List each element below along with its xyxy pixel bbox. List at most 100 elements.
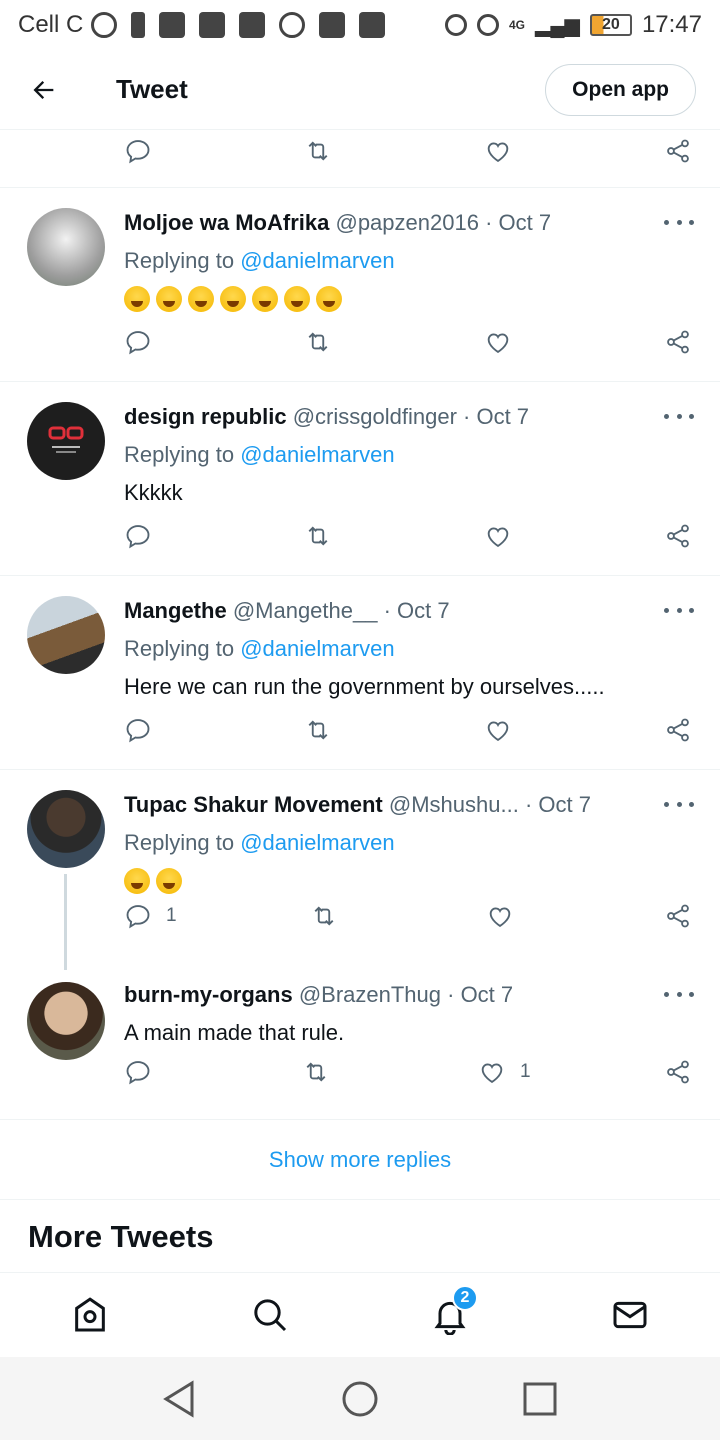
previous-tweet-actions <box>0 131 720 188</box>
page-title: Tweet <box>116 74 188 104</box>
tweet-text: Here we can run the government by oursel… <box>124 674 605 699</box>
retweet-button[interactable] <box>304 137 332 165</box>
author-name[interactable]: burn-my-organs <box>124 982 293 1007</box>
reply-icon <box>126 905 150 929</box>
tweet-date[interactable]: · Oct 7 <box>525 792 591 817</box>
notification-icons <box>91 12 386 38</box>
reply-button[interactable] <box>124 328 152 356</box>
hotspot-icon <box>279 12 306 38</box>
search-icon <box>254 1299 287 1332</box>
heart-icon <box>489 907 511 928</box>
replying-label: Replying to <box>124 442 235 467</box>
avatar[interactable] <box>27 208 105 286</box>
reply-tweet[interactable]: Mangethe @Mangethe__ · Oct 7 Replying to… <box>0 576 720 770</box>
retweet-icon <box>314 906 334 926</box>
tweet-date[interactable]: · Oct 7 <box>485 210 551 235</box>
tweet-date[interactable]: · Oct 7 <box>447 982 513 1007</box>
heart-icon <box>487 142 509 163</box>
share-button[interactable] <box>664 328 692 356</box>
retweet-icon <box>308 332 328 352</box>
avatar[interactable] <box>27 790 105 868</box>
like-button[interactable] <box>484 328 512 356</box>
retweet-button[interactable] <box>304 716 332 744</box>
share-button[interactable] <box>664 902 692 930</box>
like-button[interactable]: 1 <box>478 1058 531 1086</box>
tweet-date[interactable]: · Oct 7 <box>463 404 529 429</box>
tab-notifications[interactable]: 2 <box>430 1285 478 1336</box>
author-handle[interactable]: @BrazenThug <box>299 982 441 1007</box>
replying-to-link[interactable]: @danielmarven <box>240 830 394 855</box>
share-icon <box>667 904 689 928</box>
sd-card-icon <box>239 12 266 38</box>
author-name[interactable]: design republic <box>124 404 287 429</box>
avatar[interactable] <box>27 402 105 480</box>
author-name[interactable]: Tupac Shakur Movement <box>124 792 383 817</box>
like-count: 1 <box>520 1061 531 1082</box>
replying-to-link[interactable]: @danielmarven <box>240 248 394 273</box>
grinning-emoji-icon <box>156 868 182 894</box>
reply-button[interactable] <box>124 522 152 550</box>
reply-icon <box>126 331 150 355</box>
replying-to-link[interactable]: @danielmarven <box>240 442 394 467</box>
avatar[interactable] <box>27 982 105 1060</box>
author-handle[interactable]: @Mshushu... <box>389 792 519 817</box>
share-icon <box>667 718 689 742</box>
retweet-icon <box>308 720 328 740</box>
author-handle[interactable]: @Mangethe__ <box>233 598 378 623</box>
tab-messages[interactable] <box>610 1295 650 1335</box>
like-button[interactable] <box>484 137 512 165</box>
heart-icon <box>481 1063 503 1084</box>
retweet-icon <box>308 526 328 546</box>
reply-button[interactable] <box>124 1058 152 1086</box>
tab-search[interactable] <box>250 1295 290 1335</box>
replying-to-link[interactable]: @danielmarven <box>240 636 394 661</box>
reply-button[interactable] <box>124 716 152 744</box>
alert-icon <box>131 12 146 38</box>
retweet-button[interactable] <box>302 1058 330 1086</box>
laughing-emoji-icon <box>252 286 278 312</box>
share-button[interactable] <box>664 716 692 744</box>
reply-count: 1 <box>166 905 177 926</box>
nav-back-button[interactable] <box>160 1379 200 1419</box>
tweet-date[interactable]: · Oct 7 <box>384 598 450 623</box>
nav-home-button[interactable] <box>340 1379 380 1419</box>
retweet-icon <box>308 141 328 161</box>
author-handle[interactable]: @papzen2016 <box>335 210 478 235</box>
heart-icon <box>487 721 509 742</box>
laughing-emoji-icon <box>284 286 310 312</box>
open-app-button[interactable]: Open app <box>545 63 696 116</box>
retweet-button[interactable] <box>310 902 338 930</box>
reply-icon <box>126 1061 150 1085</box>
battery-icon: 20 <box>589 14 632 36</box>
replies-feed[interactable]: Moljoe wa MoAfrika @papzen2016 · Oct 7 R… <box>0 131 720 1274</box>
notification-badge: 2 <box>452 1285 478 1311</box>
like-button[interactable] <box>486 902 514 930</box>
like-button[interactable] <box>484 522 512 550</box>
heart-icon <box>487 527 509 548</box>
avatar[interactable] <box>27 596 105 674</box>
tab-home[interactable] <box>70 1295 110 1335</box>
reply-button[interactable]: 1 <box>124 902 177 930</box>
reply-tweet[interactable]: design republic @crissgoldfinger · Oct 7… <box>0 382 720 576</box>
share-button[interactable] <box>664 522 692 550</box>
share-button[interactable] <box>664 137 692 165</box>
alarm-icon <box>476 14 499 36</box>
author-name[interactable]: Mangethe <box>124 598 227 623</box>
show-more-replies-link[interactable]: Show more replies <box>0 1120 720 1200</box>
status-bar: Cell C 4G ▂▄▆ 20 17:47 <box>0 0 720 50</box>
retweet-button[interactable] <box>304 328 332 356</box>
back-button[interactable] <box>22 68 66 112</box>
author-name[interactable]: Moljoe wa MoAfrika <box>124 210 329 235</box>
reply-button[interactable] <box>124 137 152 165</box>
reply-tweet[interactable]: Moljoe wa MoAfrika @papzen2016 · Oct 7 R… <box>0 188 720 382</box>
laughing-emoji-icon <box>156 286 182 312</box>
signal-icon: ▂▄▆ <box>535 14 580 37</box>
share-icon <box>667 330 689 354</box>
retweet-button[interactable] <box>304 522 332 550</box>
reply-thread[interactable]: Tupac Shakur Movement @Mshushu... · Oct … <box>0 770 720 1120</box>
author-handle[interactable]: @crissgoldfinger <box>293 404 457 429</box>
share-button[interactable] <box>664 1058 692 1086</box>
like-button[interactable] <box>484 716 512 744</box>
mail-icon <box>199 12 226 38</box>
nav-recents-button[interactable] <box>520 1379 560 1419</box>
